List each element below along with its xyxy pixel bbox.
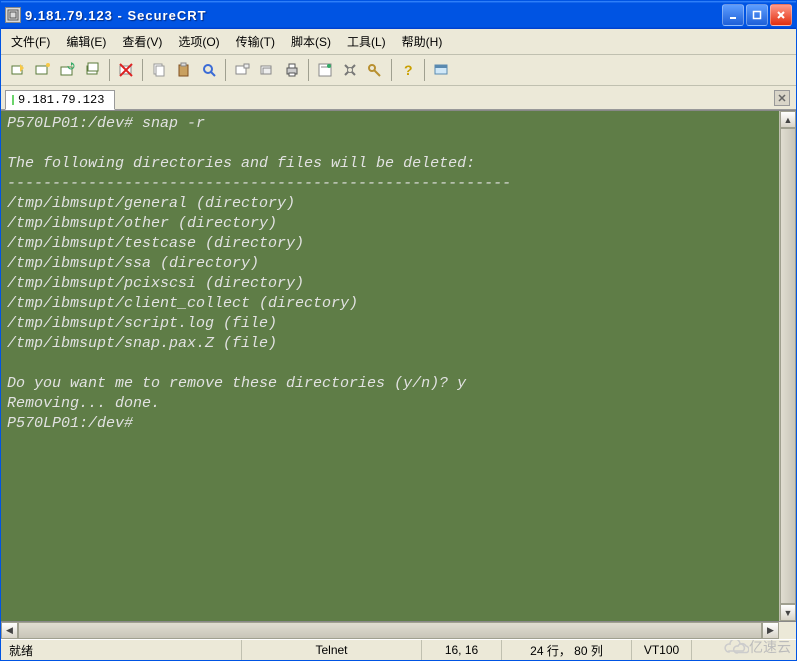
- session-tab[interactable]: 9.181.79.123: [5, 90, 115, 110]
- vertical-scrollbar[interactable]: ▲ ▼: [779, 111, 796, 621]
- menu-view[interactable]: 查看(V): [118, 31, 166, 52]
- scroll-down-button[interactable]: ▼: [780, 604, 796, 621]
- connect-icon[interactable]: [32, 59, 54, 81]
- settings-icon[interactable]: [339, 59, 361, 81]
- disconnect-all-icon[interactable]: [115, 59, 137, 81]
- toolbar-separator: [142, 59, 143, 81]
- properties-icon[interactable]: [314, 59, 336, 81]
- svg-text:?: ?: [404, 62, 413, 78]
- toolbar-separator: [109, 59, 110, 81]
- reconnect-icon[interactable]: [57, 59, 79, 81]
- copy-icon[interactable]: [148, 59, 170, 81]
- session-icon[interactable]: [430, 59, 452, 81]
- menu-file[interactable]: 文件(F): [7, 31, 54, 52]
- cloud-icon: [723, 640, 745, 654]
- scroll-left-button[interactable]: ◀: [1, 622, 18, 639]
- status-size: 24 行， 80 列: [501, 640, 631, 660]
- toolbar-separator: [308, 59, 309, 81]
- quick-connect-icon[interactable]: [7, 59, 29, 81]
- print-setup-icon[interactable]: [231, 59, 253, 81]
- toolbar-separator: [424, 59, 425, 81]
- menu-help[interactable]: 帮助(H): [398, 31, 447, 52]
- paste-icon[interactable]: [173, 59, 195, 81]
- status-ready: 就绪: [1, 640, 241, 660]
- window-controls: [722, 4, 792, 26]
- tab-active-marker: [12, 95, 14, 105]
- session-tab-bar: 9.181.79.123: [1, 86, 796, 110]
- application-window: 9.181.79.123 - SecureCRT 文件(F) 编辑(E) 查看(…: [0, 0, 797, 661]
- find-icon[interactable]: [198, 59, 220, 81]
- title-bar[interactable]: 9.181.79.123 - SecureCRT: [1, 1, 796, 29]
- close-button[interactable]: [770, 4, 792, 26]
- scroll-track-h[interactable]: [18, 622, 762, 639]
- status-term: VT100: [631, 640, 691, 660]
- menu-tools[interactable]: 工具(L): [343, 31, 390, 52]
- menu-bar: 文件(F) 编辑(E) 查看(V) 选项(O) 传输(T) 脚本(S) 工具(L…: [1, 29, 796, 55]
- scroll-thumb[interactable]: [780, 128, 796, 604]
- scroll-track[interactable]: [780, 128, 796, 604]
- print-icon[interactable]: [281, 59, 303, 81]
- toolbar-separator: [391, 59, 392, 81]
- app-icon: [5, 7, 21, 23]
- print-screen-icon[interactable]: [256, 59, 278, 81]
- watermark-text: 亿速云: [749, 637, 791, 657]
- watermark: 亿速云: [723, 637, 791, 657]
- window-title: 9.181.79.123 - SecureCRT: [25, 8, 722, 23]
- tab-close-button[interactable]: [774, 90, 790, 106]
- help-icon[interactable]: ?: [397, 59, 419, 81]
- menu-transfer[interactable]: 传输(T): [232, 31, 279, 52]
- maximize-button[interactable]: [746, 4, 768, 26]
- terminal-container: P570LP01:/dev# snap -r The following dir…: [1, 110, 796, 622]
- minimize-button[interactable]: [722, 4, 744, 26]
- status-bar: 就绪 Telnet 16, 16 24 行， 80 列 VT100: [1, 639, 796, 660]
- menu-options[interactable]: 选项(O): [174, 31, 223, 52]
- disconnect-icon[interactable]: [82, 59, 104, 81]
- status-protocol: Telnet: [241, 640, 421, 660]
- menu-edit[interactable]: 编辑(E): [62, 31, 110, 52]
- horizontal-scrollbar[interactable]: ◀ ▶: [1, 622, 779, 639]
- key-icon[interactable]: [364, 59, 386, 81]
- terminal-output[interactable]: P570LP01:/dev# snap -r The following dir…: [1, 111, 779, 621]
- menu-script[interactable]: 脚本(S): [287, 31, 335, 52]
- toolbar: ?: [1, 55, 796, 86]
- scroll-up-button[interactable]: ▲: [780, 111, 796, 128]
- scroll-thumb-h[interactable]: [18, 622, 762, 639]
- status-cursor: 16, 16: [421, 640, 501, 660]
- tab-label: 9.181.79.123: [18, 93, 104, 107]
- toolbar-separator: [225, 59, 226, 81]
